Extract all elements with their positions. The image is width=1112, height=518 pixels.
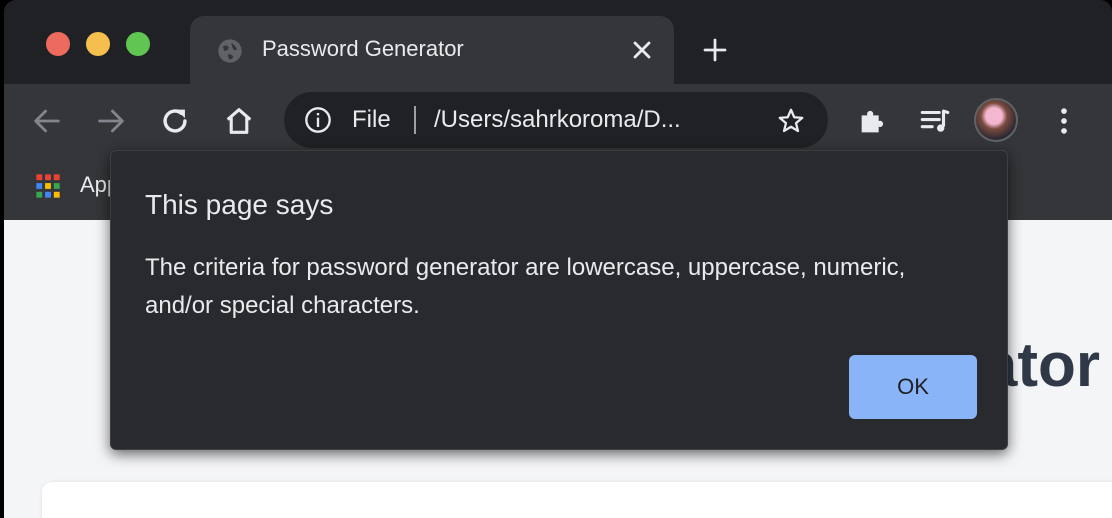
media-queue-icon[interactable] [918,104,952,138]
star-icon[interactable] [776,106,806,136]
generator-card [42,482,1112,518]
browser-window: Password Generator File /Users/sahrkorom… [4,0,1112,518]
close-tab-icon[interactable] [628,36,656,64]
globe-icon [218,39,242,63]
arrow-right-icon[interactable] [94,104,128,138]
info-icon[interactable] [304,106,332,134]
browser-toolbar: File /Users/sahrkoroma/D... [4,84,1112,158]
omnibox-divider [414,106,416,134]
minimize-window-button[interactable] [86,32,110,56]
new-tab-icon[interactable] [700,35,730,65]
home-icon[interactable] [222,104,256,138]
avatar[interactable] [974,98,1018,142]
tab-title: Password Generator [262,36,464,61]
close-window-button[interactable] [46,32,70,56]
tab-password-generator[interactable]: Password Generator [190,16,674,84]
arrow-left-icon[interactable] [30,104,64,138]
maximize-window-button[interactable] [126,32,150,56]
dialog-message: The criteria for password generator are … [145,254,906,319]
dialog-title: This page says [145,189,334,220]
scheme-label: File [352,106,391,133]
three-dots-icon[interactable] [1047,104,1081,138]
address-bar[interactable]: File /Users/sahrkoroma/D... [284,92,828,148]
ok-button[interactable]: OK [849,355,977,419]
url-text[interactable]: /Users/sahrkoroma/D... [434,106,681,134]
alert-dialog: This page says The criteria for password… [110,150,1008,450]
apps-grid-icon[interactable] [34,172,62,200]
reload-icon[interactable] [158,104,192,138]
puzzle-icon[interactable] [856,104,890,138]
tab-strip: Password Generator [4,0,1112,84]
